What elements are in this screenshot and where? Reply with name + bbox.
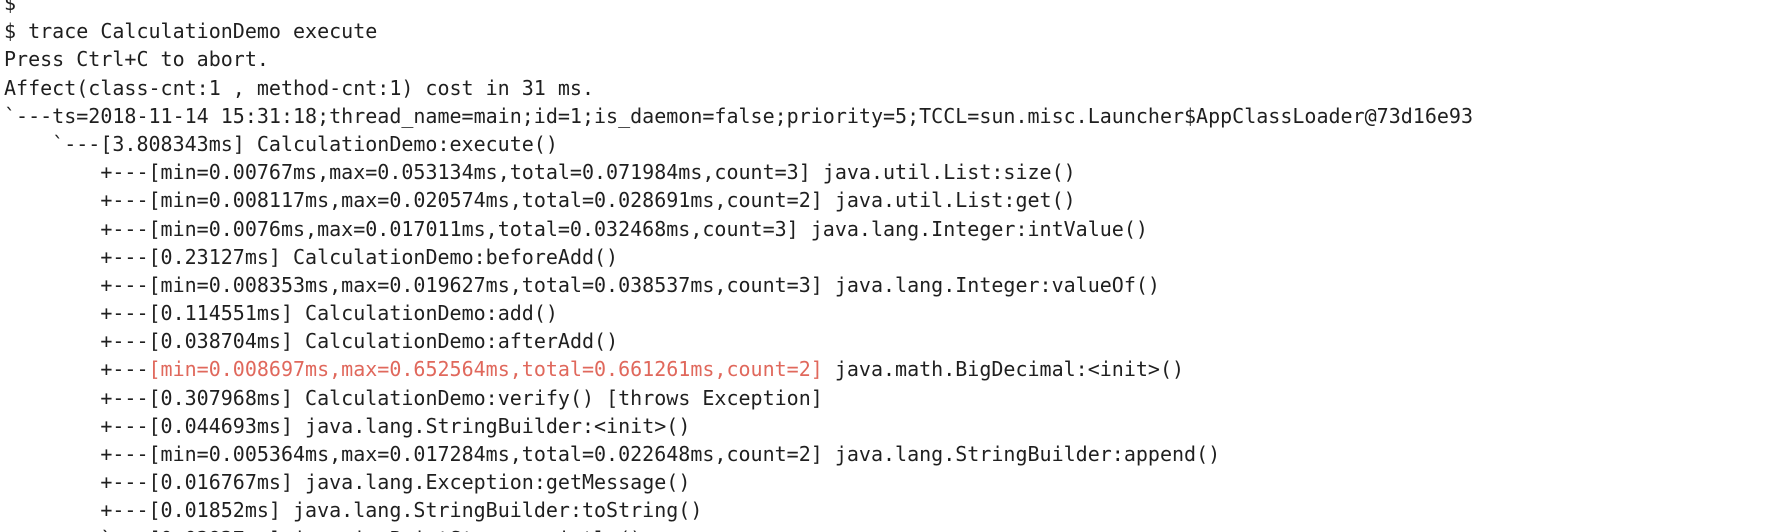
- trace-child-line: +---[0.23127ms] CalculationDemo:beforeAd…: [4, 243, 1778, 271]
- trace-root-line: `---ts=2018-11-14 15:31:18;thread_name=m…: [4, 103, 1474, 128]
- timing-value: [0.114551ms]: [148, 301, 294, 326]
- method-call: java.lang.StringBuilder:<init>(): [293, 413, 691, 438]
- trace-child-line: +---[min=0.00767ms,max=0.053134ms,total=…: [4, 158, 1778, 186]
- trace-children: +---[min=0.00767ms,max=0.053134ms,total=…: [4, 158, 1778, 532]
- trace-child-line: +---[min=0.008697ms,max=0.652564ms,total…: [4, 355, 1778, 383]
- timing-value: [0.23127ms]: [148, 244, 281, 269]
- timing-value: [0.044693ms]: [148, 413, 294, 438]
- trace-child-line: +---[0.114551ms] CalculationDemo:add(): [4, 299, 1778, 327]
- timing-value: [min=0.005364ms,max=0.017284ms,total=0.0…: [148, 442, 823, 466]
- timing-value: [min=0.008353ms,max=0.019627ms,total=0.0…: [148, 272, 823, 297]
- method-call: CalculationDemo:beforeAdd(): [280, 244, 619, 269]
- tree-prefix: +---: [4, 470, 149, 495]
- method-call: java.lang.StringBuilder:toString(): [280, 498, 703, 523]
- trace-child-line: +---[0.044693ms] java.lang.StringBuilder…: [4, 412, 1778, 440]
- timing-value: [0.016767ms]: [148, 470, 294, 495]
- trace-child-line: `---[0.02937ms] java.io.PrintStream:prin…: [4, 525, 1778, 532]
- method-call: CalculationDemo:verify() [throws Excepti…: [293, 385, 823, 410]
- trace-child-line: +---[min=0.008353ms,max=0.019627ms,total…: [4, 271, 1778, 299]
- trace-child-line: +---[min=0.008117ms,max=0.020574ms,total…: [4, 186, 1778, 214]
- tree-prefix: +---: [4, 244, 149, 269]
- trace-child-line: +---[0.038704ms] CalculationDemo:afterAd…: [4, 327, 1778, 355]
- timing-value: [min=0.0076ms,max=0.017011ms,total=0.032…: [148, 216, 799, 241]
- trace-method-line: `---[3.808343ms] CalculationDemo:execute…: [4, 131, 558, 156]
- tree-prefix: +---: [4, 413, 149, 438]
- trace-child-line: +---[min=0.005364ms,max=0.017284ms,total…: [4, 440, 1778, 468]
- tree-prefix: +---: [4, 498, 149, 523]
- terminal-output[interactable]: $ $ trace CalculationDemo execute Press …: [0, 0, 1778, 532]
- tree-prefix: +---: [4, 188, 149, 213]
- prompt-line: $ trace CalculationDemo execute: [4, 19, 378, 44]
- timing-value: [0.307968ms]: [148, 385, 294, 410]
- trace-child-line: +---[0.01852ms] java.lang.StringBuilder:…: [4, 496, 1778, 524]
- abort-hint: Press Ctrl+C to abort.: [4, 47, 269, 72]
- tree-prefix: +---: [4, 442, 149, 466]
- affect-line: Affect(class-cnt:1 , method-cnt:1) cost …: [4, 75, 595, 100]
- tree-prefix: +---: [4, 385, 149, 410]
- tree-prefix: +---: [4, 160, 149, 185]
- timing-value: [min=0.00767ms,max=0.053134ms,total=0.07…: [148, 160, 811, 185]
- tree-prefix: +---: [4, 216, 149, 241]
- method-call: java.io.PrintStream:println(): [281, 527, 642, 532]
- method-call: java.lang.Integer:intValue(): [798, 216, 1148, 241]
- tree-prefix: +---: [4, 301, 149, 326]
- method-call: java.util.List:size(): [810, 160, 1076, 185]
- method-call: java.util.List:get(): [822, 188, 1076, 213]
- timing-value: [0.038704ms]: [148, 329, 294, 354]
- tree-prefix: `---: [4, 527, 148, 532]
- timing-value: [0.02937ms]: [149, 527, 281, 532]
- trace-child-line: +---[min=0.0076ms,max=0.017011ms,total=0…: [4, 215, 1778, 243]
- tree-prefix: +---: [4, 272, 149, 297]
- method-call: CalculationDemo:add(): [293, 301, 558, 326]
- tree-prefix: +---: [4, 357, 149, 382]
- trace-child-line: +---[0.307968ms] CalculationDemo:verify(…: [4, 384, 1778, 412]
- cut-off-line: $: [4, 0, 17, 15]
- timing-value: [0.01852ms]: [148, 498, 281, 523]
- method-call: java.math.BigDecimal:<init>(): [822, 357, 1185, 382]
- trace-child-line: +---[0.016767ms] java.lang.Exception:get…: [4, 468, 1778, 496]
- method-call: CalculationDemo:afterAdd(): [293, 329, 619, 354]
- method-call: java.lang.Exception:getMessage(): [293, 470, 691, 495]
- timing-value: [min=0.008697ms,max=0.652564ms,total=0.6…: [148, 357, 823, 382]
- method-call: java.lang.StringBuilder:append(): [822, 442, 1221, 466]
- tree-prefix: +---: [4, 329, 149, 354]
- timing-value: [min=0.008117ms,max=0.020574ms,total=0.0…: [148, 188, 823, 213]
- method-call: java.lang.Integer:valueOf(): [822, 272, 1160, 297]
